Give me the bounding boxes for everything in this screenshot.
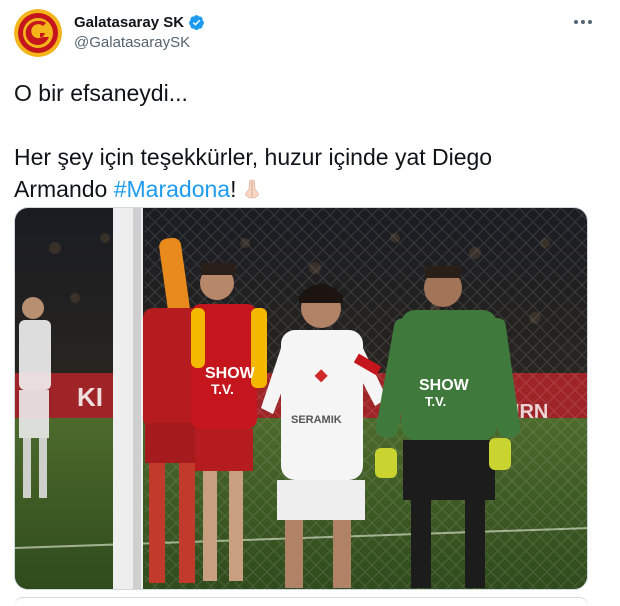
svg-text:SERAMIK: SERAMIK bbox=[291, 414, 342, 426]
tweet: Galatasaray SK @GalatasaraySK O bir efsa… bbox=[0, 0, 620, 605]
tweet-line-2: Her şey için teşekkürler, huzur içinde y… bbox=[14, 144, 493, 170]
tweet-line-3-suffix: ! bbox=[230, 176, 237, 202]
galatasaray-logo-icon bbox=[14, 9, 62, 57]
svg-text:◆: ◆ bbox=[314, 367, 328, 384]
tweet-media-photo[interactable]: KI URN bbox=[14, 207, 588, 590]
author-name[interactable]: Galatasaray SK bbox=[74, 14, 184, 31]
svg-text:T.V.: T.V. bbox=[211, 381, 234, 397]
tweet-line-3: Armando #Maradona! bbox=[14, 173, 594, 205]
tweet-line-1: O bir efsaneydi... bbox=[14, 80, 188, 106]
svg-text:T.V.: T.V. bbox=[425, 394, 446, 409]
football-photo: KI URN bbox=[15, 208, 587, 589]
verified-badge-icon bbox=[189, 15, 205, 31]
author-info: Galatasaray SK @GalatasaraySK bbox=[74, 14, 205, 51]
svg-text:SHOW: SHOW bbox=[419, 377, 470, 394]
more-options-icon bbox=[574, 20, 592, 24]
svg-text:SHOW: SHOW bbox=[205, 365, 256, 382]
tweet-text: O bir efsaneydi... Her şey için teşekkür… bbox=[14, 77, 594, 205]
svg-text:KI: KI bbox=[77, 382, 103, 412]
tweet-line-3-prefix: Armando bbox=[14, 176, 114, 202]
praying-hands-icon bbox=[245, 179, 260, 199]
more-options-button[interactable] bbox=[572, 14, 594, 30]
author-handle[interactable]: @GalatasaraySK bbox=[74, 34, 205, 51]
avatar[interactable] bbox=[14, 9, 62, 57]
hashtag-link[interactable]: #Maradona bbox=[114, 176, 230, 202]
